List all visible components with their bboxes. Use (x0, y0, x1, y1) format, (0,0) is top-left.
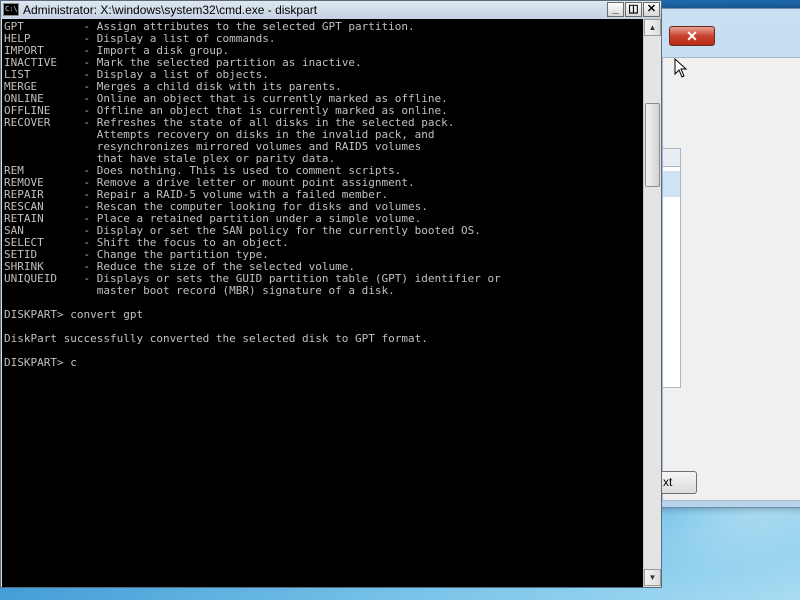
down-arrow-icon: ▼ (648, 573, 657, 582)
next-button-label: xt (663, 475, 673, 489)
vertical-scrollbar[interactable]: ▲ ▼ (643, 19, 661, 587)
background-dialog-client-area: xt (661, 57, 800, 501)
console-line: DISKPART> convert gpt (4, 308, 144, 321)
title-bar[interactable]: C:\ Administrator: X:\windows\system32\c… (1, 1, 661, 19)
background-dialog-close-button[interactable]: ✕ (669, 26, 715, 46)
scroll-down-button[interactable]: ▼ (644, 569, 661, 586)
minimize-button[interactable]: _ (607, 2, 624, 17)
cmd-icon[interactable]: C:\ (3, 3, 19, 16)
console-output[interactable]: GPT - Assign attributes to the selected … (2, 19, 643, 587)
background-dialog-list-header (663, 149, 680, 167)
background-dialog-selected-row[interactable] (663, 171, 680, 197)
next-button[interactable]: xt (661, 471, 697, 494)
console-line: DISKPART> c (4, 356, 77, 369)
minimize-icon: _ (612, 3, 619, 15)
maximize-icon: ◫ (628, 3, 639, 15)
close-icon: ✕ (686, 28, 698, 44)
window-title: Administrator: X:\windows\system32\cmd.e… (23, 3, 318, 17)
maximize-button[interactable]: ◫ (625, 2, 642, 17)
console-line: DiskPart successfully converted the sele… (4, 332, 428, 345)
console-lines: GPT - Assign attributes to the selected … (4, 21, 501, 369)
close-icon: ✕ (646, 3, 657, 15)
mouse-cursor-icon (674, 58, 688, 78)
console-line: master boot record (MBR) signature of a … (4, 284, 395, 297)
close-button[interactable]: ✕ (643, 2, 660, 17)
cmd-window: C:\ Administrator: X:\windows\system32\c… (0, 0, 662, 588)
up-arrow-icon: ▲ (648, 23, 657, 32)
background-setup-dialog: ✕ xt (640, 8, 800, 508)
scroll-up-button[interactable]: ▲ (644, 19, 661, 36)
scroll-thumb[interactable] (645, 103, 660, 187)
background-dialog-list-panel (663, 148, 681, 388)
